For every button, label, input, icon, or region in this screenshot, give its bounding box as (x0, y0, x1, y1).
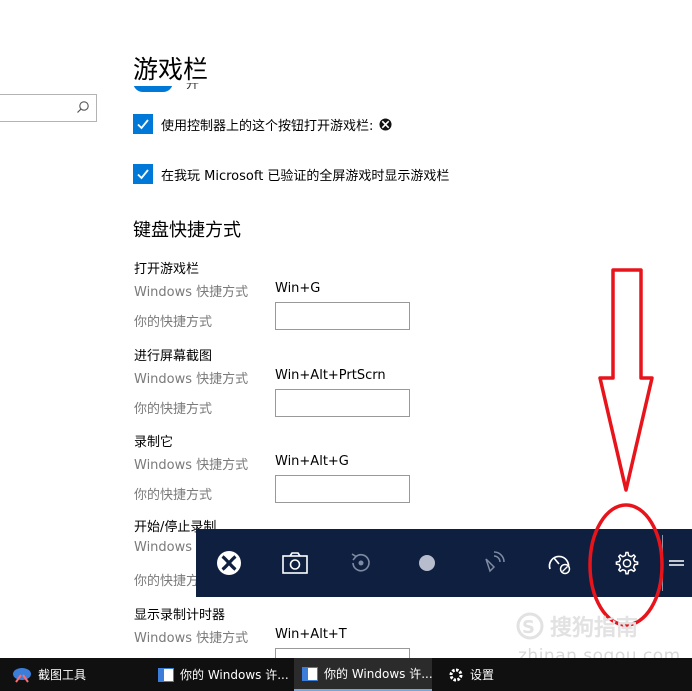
screenshot-button[interactable] (262, 529, 328, 597)
keyboard-shortcuts-heading: 键盘快捷方式 (133, 220, 241, 241)
shortcut-group-title: 显示录制计时器 (134, 608, 226, 623)
taskbar-item-label: 截图工具 (38, 668, 87, 682)
taskbar-item-snipping-tool[interactable]: 截图工具 (12, 658, 132, 691)
search-icon (77, 101, 89, 113)
broadcast-icon (485, 551, 505, 573)
custom-shortcut-input[interactable] (275, 389, 410, 417)
fullscreen-checkbox[interactable] (133, 164, 153, 184)
taskbar-item-window-1[interactable]: 你的 Windows 许... (150, 658, 289, 691)
windows-shortcut-label: Windows (134, 540, 193, 555)
gear-icon (448, 667, 464, 683)
snipping-tool-icon (12, 666, 32, 684)
controller-button-label: 使用控制器上的这个按钮打开游戏栏: (161, 118, 374, 134)
custom-shortcut-input[interactable] (275, 302, 410, 330)
controller-button-checkbox[interactable] (133, 114, 153, 134)
custom-shortcut-label: 你的快捷方式 (134, 315, 213, 330)
record-last-icon (351, 553, 370, 572)
svg-text:S: S (522, 617, 535, 638)
settings-button[interactable] (594, 529, 660, 597)
windows-shortcut-value: Win+Alt+T (275, 627, 347, 642)
checkmark-icon (137, 119, 149, 130)
record-dot-icon (419, 555, 435, 571)
windows-shortcut-label: Windows 快捷方式 (134, 372, 249, 387)
xbox-logo-icon (379, 117, 392, 131)
xbox-button[interactable] (196, 529, 262, 597)
toggle-switch[interactable] (133, 86, 173, 92)
record-that-button[interactable] (328, 529, 394, 597)
windows-shortcut-label: Windows 快捷方式 (134, 458, 249, 473)
broadcast-button[interactable] (460, 529, 526, 597)
windows-shortcut-value: Win+Alt+G (275, 454, 349, 469)
window-icon (302, 666, 318, 681)
shortcut-group-title: 录制它 (134, 435, 174, 450)
taskbar-item-label: 你的 Windows 许... (180, 668, 289, 682)
windows-shortcut-label: Windows 快捷方式 (134, 285, 249, 300)
taskbar-item-label: 你的 Windows 许... (324, 667, 433, 681)
annotation-down-arrow (598, 268, 654, 492)
svg-text:搜狗指南: 搜狗指南 (550, 616, 638, 641)
taskbar: 截图工具 你的 Windows 许... 你的 Windows 许... 设置 (0, 658, 692, 691)
record-button[interactable] (394, 529, 460, 597)
game-bar-divider (662, 535, 663, 591)
shortcut-group-title: 打开游戏栏 (134, 262, 200, 277)
game-bar (196, 529, 692, 597)
search-input[interactable] (0, 94, 97, 122)
checkbox-row-fullscreen[interactable]: 在我玩 Microsoft 已验证的全屏游戏时显示游戏栏 (133, 164, 449, 184)
taskbar-item-label: 设置 (470, 668, 495, 682)
custom-shortcut-label: 你的快捷方式 (134, 402, 213, 417)
taskbar-item-window-2[interactable]: 你的 Windows 许... (294, 658, 433, 691)
drag-handle-icon[interactable] (666, 549, 686, 577)
windows-shortcut-value: Win+G (275, 281, 321, 296)
custom-shortcut-label: 你的快捷方式 (134, 488, 213, 503)
checkmark-icon (137, 169, 149, 180)
gauge-icon (548, 555, 571, 575)
custom-shortcut-label: 你的快捷方 (134, 574, 200, 589)
camera-icon (282, 552, 308, 574)
checkbox-row-controller-button[interactable]: 使用控制器上的这个按钮打开游戏栏: (133, 114, 392, 134)
window-icon (158, 667, 174, 682)
xbox-icon (217, 551, 241, 575)
windows-shortcut-label: Windows 快捷方式 (134, 631, 249, 646)
toggle-state-label: 开 (186, 83, 200, 89)
settings-gear-icon (615, 551, 639, 575)
windows-shortcut-value: Win+Alt+PrtScrn (275, 368, 386, 383)
performance-button[interactable] (526, 529, 592, 597)
shortcut-group-title: 进行屏幕截图 (134, 349, 213, 364)
taskbar-item-settings[interactable]: 设置 (440, 658, 560, 691)
page-title: 游戏栏 (133, 55, 209, 84)
fullscreen-label: 在我玩 Microsoft 已验证的全屏游戏时显示游戏栏 (161, 168, 450, 184)
custom-shortcut-input[interactable] (275, 475, 410, 503)
